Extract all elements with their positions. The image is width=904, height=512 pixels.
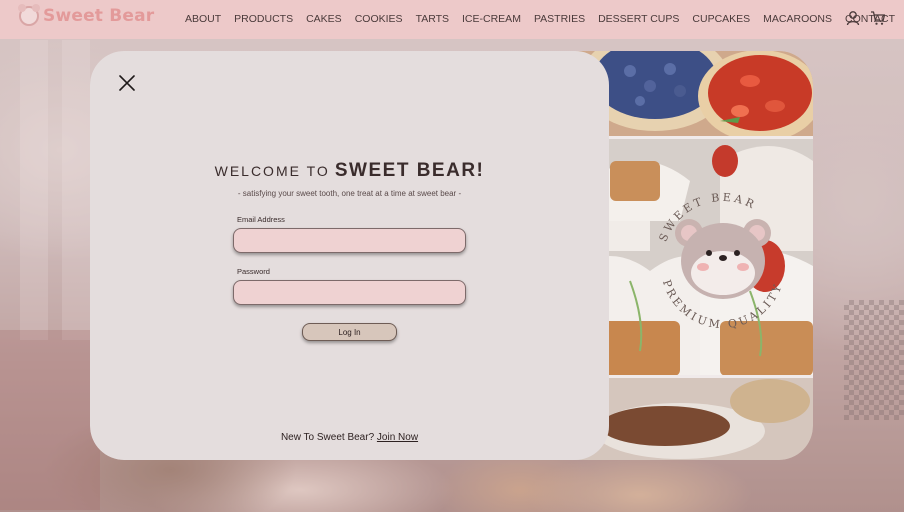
welcome-prefix: WELCOME TO xyxy=(214,163,330,179)
cart-icon[interactable] xyxy=(870,10,886,26)
email-field[interactable] xyxy=(233,228,466,253)
signup-text: New To Sweet Bear? xyxy=(280,432,375,443)
signup-prompt: New To Sweet Bear? Join Now xyxy=(90,432,609,443)
brand-logo[interactable]: Sweet Bear xyxy=(18,4,155,26)
nav-item-tarts[interactable]: TARTS xyxy=(416,13,449,25)
tagline: - satisfying your sweet tooth, one treat… xyxy=(237,189,462,198)
join-now-link[interactable]: Join Now xyxy=(377,432,418,443)
nav-item-cakes[interactable]: CAKES xyxy=(306,13,342,25)
nav-item-dessert-cups[interactable]: DESSERT CUPS xyxy=(598,13,679,25)
nav-item-products[interactable]: PRODUCTS xyxy=(234,13,293,25)
welcome-brand: SWEET BEAR! xyxy=(334,160,485,181)
main-menu: ABOUT PRODUCTS CAKES COOKIES TARTS ICE-C… xyxy=(185,13,904,25)
nav-item-cookies[interactable]: COOKIES xyxy=(355,13,403,25)
password-label: Password xyxy=(237,267,270,276)
nav-item-cupcakes[interactable]: CUPCAKES xyxy=(692,13,750,25)
email-label: Email Address xyxy=(237,215,285,224)
password-field[interactable] xyxy=(233,280,466,305)
sweet-bear-seal: SWEET BEAR PREMIUM QUALITY xyxy=(657,191,783,332)
navbar: Sweet Bear ABOUT PRODUCTS CAKES COOKIES … xyxy=(0,0,904,39)
login-panel: WELCOME TO SWEET BEAR! - satisfying your… xyxy=(90,51,609,460)
bear-logo-icon xyxy=(18,4,40,26)
login-modal: SWEET BEAR PREMIUM QUALITY WELCOME TO SW… xyxy=(90,51,813,460)
nav-item-ice-cream[interactable]: ICE-CREAM xyxy=(462,13,521,25)
nav-item-pastries[interactable]: PASTRIES xyxy=(534,13,585,25)
nav-item-about[interactable]: ABOUT xyxy=(185,13,221,25)
welcome-heading: WELCOME TO SWEET BEAR! xyxy=(90,160,609,182)
close-icon[interactable] xyxy=(118,74,136,92)
user-icon[interactable] xyxy=(845,10,861,26)
nav-item-macaroons[interactable]: MACAROONS xyxy=(763,13,832,25)
brand-name: Sweet Bear xyxy=(43,6,155,26)
login-button[interactable]: Log In xyxy=(302,323,397,341)
